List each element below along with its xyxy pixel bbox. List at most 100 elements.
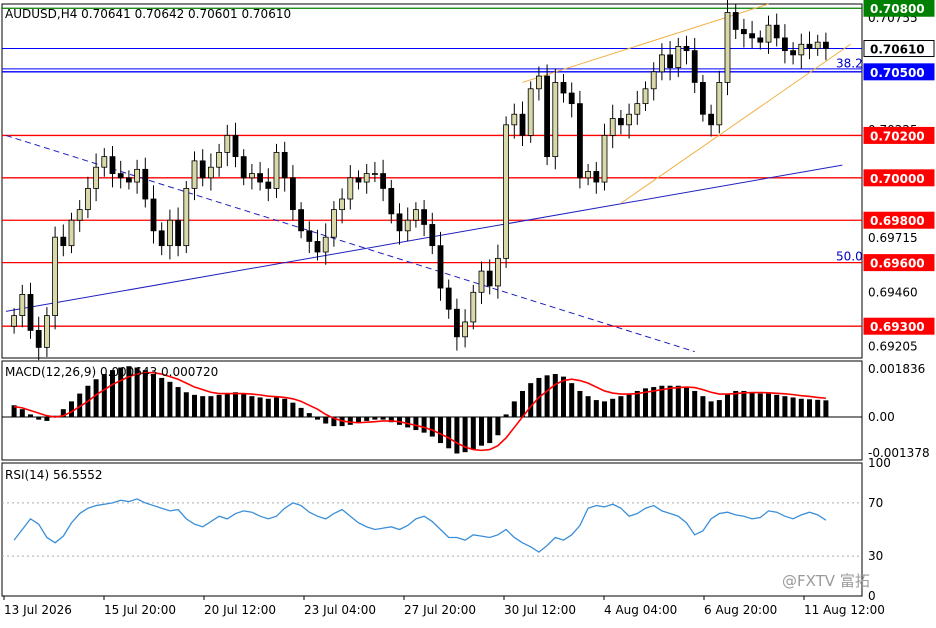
macd-bar (28, 414, 33, 418)
candle-body (798, 43, 805, 56)
candle-body (68, 219, 75, 247)
fib-label: 38.2 (836, 56, 863, 70)
candle-body (650, 71, 657, 90)
level-label: 0.70610 (870, 43, 925, 57)
macd-bar (298, 407, 304, 418)
chart-window[interactable]: 38.2 50.0 MACD(12,26,9) 0.000643 0.000720… (0, 0, 936, 624)
macd-bar (684, 387, 689, 418)
macd-bar (487, 417, 493, 444)
macd-bar (626, 393, 632, 418)
time-label: 6 Aug 20:00 (704, 603, 777, 617)
time-label: 13 Jul 2026 (4, 603, 72, 617)
macd-bar (479, 417, 484, 446)
candle-body (494, 257, 501, 287)
candle-body (634, 103, 641, 115)
candle-body (814, 41, 821, 49)
candle-body (667, 54, 673, 68)
macd-bar (380, 417, 386, 420)
macd-tick-label: 0.00 (868, 410, 895, 424)
level-label: 0.70800 (870, 2, 925, 16)
level-label: 0.69800 (870, 214, 925, 228)
macd-bar (224, 393, 230, 418)
macd-bar (175, 387, 181, 418)
macd-bar (470, 417, 476, 450)
macd-bar (774, 394, 780, 418)
candle-body (298, 209, 305, 232)
candle-body (453, 308, 460, 338)
macd-bar (667, 385, 673, 418)
candle-body (60, 236, 67, 247)
chart-canvas[interactable]: 38.2 50.0 MACD(12,26,9) 0.000643 0.000720… (0, 0, 936, 624)
candle-body (519, 113, 526, 136)
candle-body (429, 224, 436, 247)
level-label: 0.70000 (870, 172, 925, 186)
macd-bar (618, 396, 624, 418)
macd-bar (167, 381, 173, 418)
candle-body (675, 45, 682, 68)
macd-bar (274, 397, 279, 418)
candle-body (142, 168, 149, 200)
macd-bar (511, 401, 517, 418)
candle-body (109, 156, 116, 174)
macd-bar (733, 390, 739, 418)
rsi-tick-label: 0 (868, 589, 876, 603)
candle-body (412, 209, 419, 221)
candle-body (248, 173, 255, 179)
macd-bar (44, 417, 50, 421)
candle-body (273, 151, 280, 189)
macd-bar (151, 374, 156, 418)
macd-bar (790, 397, 796, 418)
macd-bar (421, 417, 427, 433)
candle-body (716, 82, 723, 126)
price-tick-label: 0.69460 (868, 285, 918, 299)
macd-bar (610, 398, 616, 418)
candle-body (683, 45, 690, 52)
candle-body (85, 188, 91, 211)
candle-body (782, 37, 788, 52)
candle-body (265, 181, 272, 189)
macd-label: MACD(12,26,9) 0.000643 0.000720 (5, 365, 218, 379)
macd-bar (593, 400, 599, 418)
macd-bar (429, 417, 435, 437)
time-label: 27 Jul 20:00 (404, 603, 476, 617)
macd-bar (782, 396, 788, 418)
macd-bar (602, 401, 607, 418)
macd-bar (19, 409, 25, 418)
candle-body (76, 209, 83, 221)
candle-body (44, 315, 50, 348)
candle-body (560, 82, 567, 94)
candle-body (659, 54, 665, 73)
macd-bar (192, 394, 197, 418)
candle-body (503, 124, 510, 259)
chart-background (0, 0, 936, 624)
candle-body (183, 188, 190, 247)
candle-body (134, 168, 141, 183)
candle-body (601, 135, 608, 183)
macd-bar (241, 393, 247, 418)
rsi-tick-label: 100 (868, 456, 891, 470)
macd-bar (815, 399, 821, 418)
candle-body (380, 173, 387, 189)
time-label: 30 Jul 12:00 (504, 603, 576, 617)
price-tick-label: 0.69205 (868, 339, 918, 353)
candle-body (757, 37, 764, 43)
macd-bar (183, 392, 189, 418)
candle-body (199, 160, 206, 179)
macd-bar (216, 394, 222, 418)
macd-bar (36, 417, 42, 420)
candle-body (765, 24, 772, 43)
candle-body (708, 113, 714, 126)
candle-body (150, 198, 157, 232)
candle-body (691, 50, 698, 83)
macd-bar (528, 383, 534, 418)
macd-bar (725, 393, 730, 418)
candle-body (126, 177, 132, 183)
macd-bar (634, 390, 640, 418)
macd-bar (265, 398, 271, 418)
macd-bar (257, 397, 263, 418)
candle-body (371, 173, 378, 175)
macd-bar (520, 390, 525, 418)
candle-body (306, 230, 313, 242)
price-tick-label: 0.69715 (868, 231, 918, 245)
candle-body (11, 315, 18, 327)
